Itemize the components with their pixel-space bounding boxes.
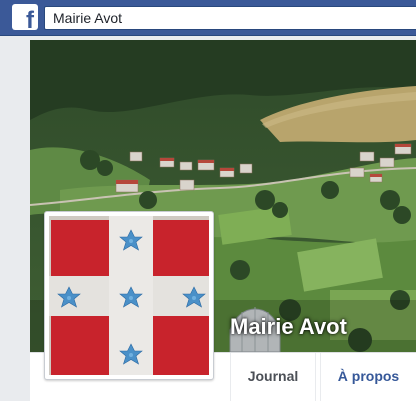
- tab-a-propos[interactable]: À propos: [320, 353, 416, 401]
- left-gutter: [0, 36, 30, 401]
- profile-picture[interactable]: [49, 216, 209, 375]
- tab-journal[interactable]: Journal: [230, 353, 316, 401]
- red-quarter-bottom-left: [51, 316, 109, 375]
- facebook-logo-glyph: f: [26, 7, 34, 31]
- red-quarter-top-right: [153, 220, 209, 276]
- profile-picture-frame[interactable]: [44, 211, 214, 380]
- facebook-logo-icon[interactable]: f: [12, 4, 38, 30]
- page-title: Mairie Avot: [230, 314, 347, 339]
- red-quarter-top-left: [51, 220, 109, 276]
- red-quarter-bottom-right: [153, 316, 209, 375]
- top-navigation-bar: f Mairie Avot: [0, 0, 416, 36]
- search-input[interactable]: Mairie Avot: [44, 6, 416, 30]
- coat-of-arms-image: [49, 216, 209, 375]
- facebook-page: f Mairie Avot Mairie Avot Journal À prop…: [0, 0, 416, 401]
- search-input-value: Mairie Avot: [53, 10, 122, 26]
